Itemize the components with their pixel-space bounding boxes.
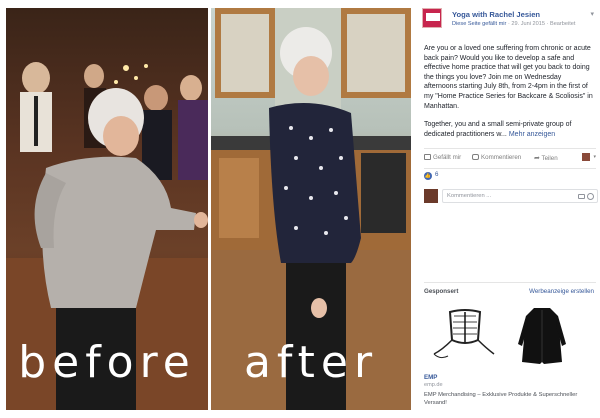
ad-description: EMP Merchandising – Exklusive Produkte &… [424, 392, 578, 406]
page-name[interactable]: Yoga with Rachel Jesien [452, 10, 540, 19]
facebook-post-screenshot: before after Yoga with Rachel Jesien Die… [0, 0, 600, 418]
comment-composer: Kommentieren ... [424, 187, 598, 205]
like-icon [424, 154, 431, 160]
chevron-down-icon[interactable]: ▾ [593, 154, 596, 160]
post-date[interactable]: 29. Juni 2015 [511, 21, 545, 27]
divider [424, 168, 596, 169]
comment-label: Kommentieren [481, 154, 522, 161]
like-label: Gefällt mir [433, 154, 462, 161]
comment-placeholder: Kommentieren ... [447, 193, 492, 199]
comment-input[interactable]: Kommentieren ... [442, 189, 598, 203]
reaction-like-icon: 👍 [424, 172, 432, 180]
page-avatar[interactable] [422, 8, 442, 28]
ad-product-image-corset[interactable] [430, 304, 500, 366]
avatar[interactable] [582, 153, 590, 161]
after-caption: after [243, 337, 379, 388]
post-header: Yoga with Rachel Jesien Diese Seite gefä… [422, 8, 598, 36]
post-edited[interactable]: Bearbeitet [550, 21, 576, 27]
reactions-row[interactable]: 👍 6 [424, 171, 438, 180]
share-icon: ➦ [534, 155, 540, 162]
comment-icon [472, 154, 479, 160]
before-caption: before [18, 337, 196, 388]
post-panel: Yoga with Rachel Jesien Diese Seite gefä… [416, 0, 600, 418]
ad-brand[interactable]: EMP [424, 374, 437, 381]
ad-product-image-coat[interactable] [512, 304, 572, 366]
share-button[interactable]: ➦ Teilen [534, 154, 558, 162]
see-more-link[interactable]: Mehr anzeigen [509, 131, 555, 138]
post-actions: Gefällt mir Kommentieren ➦ Teilen ▾ [424, 152, 598, 166]
camera-icon[interactable] [578, 194, 585, 199]
divider [424, 282, 596, 283]
smiley-icon[interactable] [587, 193, 594, 200]
post-text-paragraph-1: Are you or a loved one suffering from ch… [424, 45, 593, 110]
like-button[interactable]: Gefällt mir [424, 154, 461, 161]
chevron-down-icon[interactable]: ▾ [590, 10, 594, 18]
after-photo: after [211, 8, 411, 410]
before-photo: before [6, 8, 208, 410]
post-text: Are you or a loved one suffering from ch… [424, 44, 596, 139]
post-meta: Diese Seite gefällt mir · 29. Juni 2015 … [452, 21, 576, 27]
comment-button[interactable]: Kommentieren [472, 154, 521, 161]
avatar [424, 189, 438, 203]
sponsored-title: Gesponsert [424, 288, 459, 295]
create-ad-link[interactable]: Werbeanzeige erstellen [529, 288, 594, 295]
divider [424, 148, 596, 149]
page-liked-link[interactable]: Diese Seite gefällt mir [452, 21, 506, 27]
reactions-count: 6 [435, 171, 439, 178]
share-label: Teilen [541, 155, 558, 162]
post-text-paragraph-2: Together, you and a small semi-private g… [424, 120, 596, 139]
ad-url[interactable]: emp.de [424, 382, 443, 388]
